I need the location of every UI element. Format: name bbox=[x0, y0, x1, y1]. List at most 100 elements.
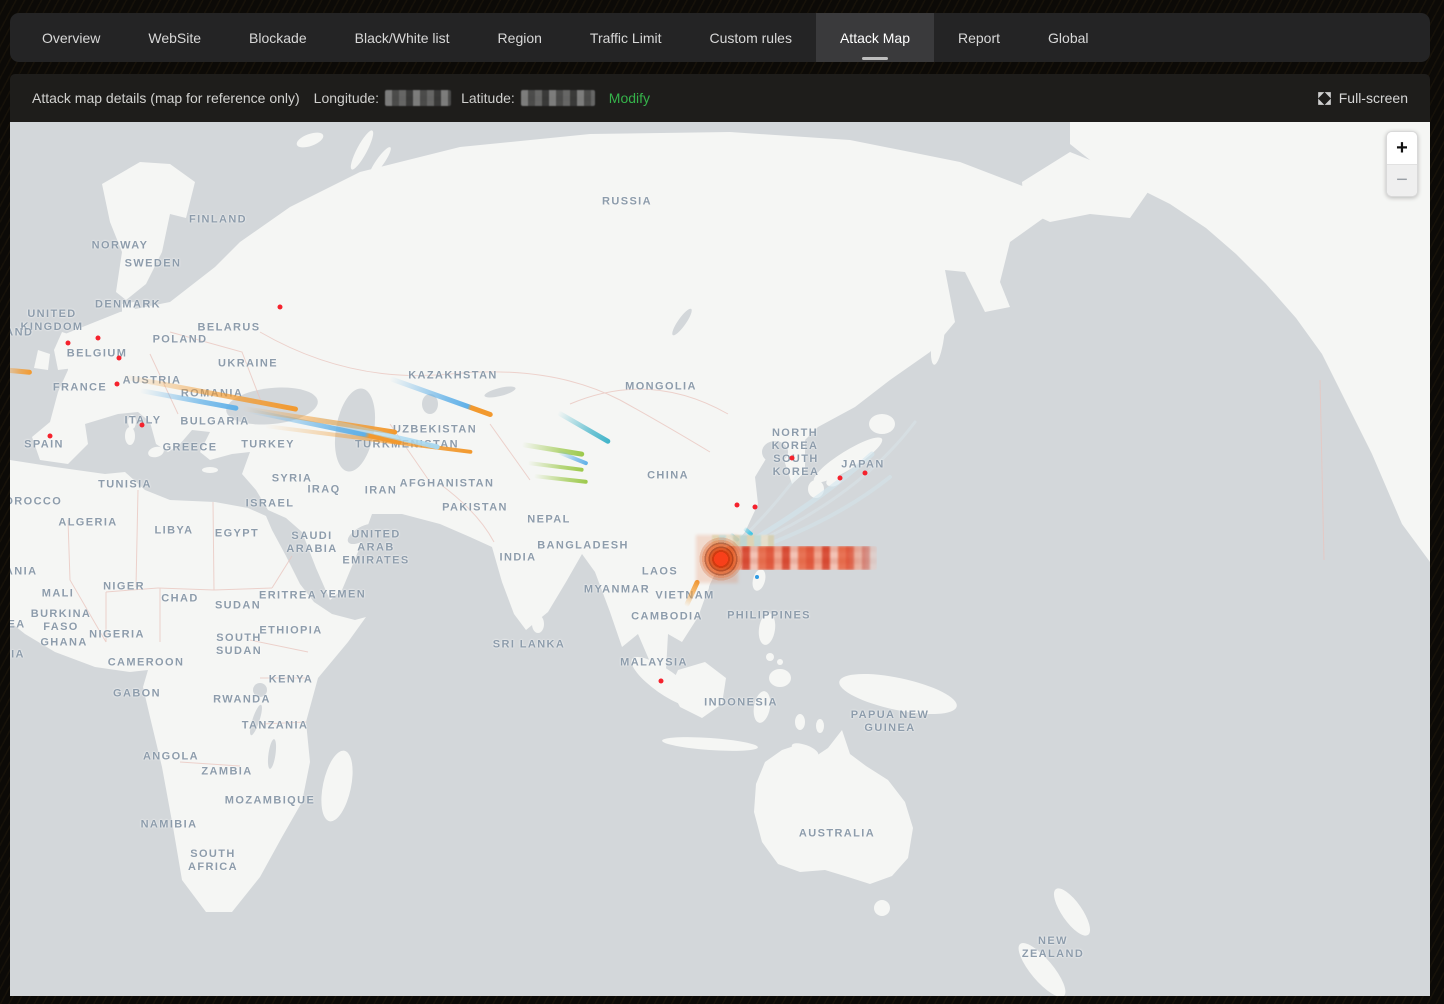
map-country-label: SUDAN bbox=[215, 600, 261, 613]
map-country-label: GREECE bbox=[163, 442, 218, 455]
map-country-label: SRI LANKA bbox=[493, 639, 566, 652]
attack-source-dot bbox=[790, 456, 795, 461]
attack-source-dot bbox=[115, 382, 120, 387]
map-country-label: TURKEY bbox=[241, 439, 295, 452]
map-country-label: EGYPT bbox=[215, 528, 259, 541]
latitude-value-redacted bbox=[521, 90, 595, 106]
attack-trace bbox=[10, 367, 32, 375]
attack-source-dot bbox=[66, 341, 71, 346]
attack-trace bbox=[557, 450, 588, 466]
map-country-label: NEPAL bbox=[527, 514, 570, 527]
map-country-label: INDIA bbox=[500, 552, 537, 565]
tab-black-white-list[interactable]: Black/White list bbox=[331, 13, 474, 62]
map-country-label: PHILIPPINES bbox=[727, 610, 811, 623]
attack-map-canvas[interactable]: RUSSIAFINLANDNORWAYSWEDENDENMARKUNITED K… bbox=[10, 122, 1430, 996]
map-country-label: IRAN bbox=[365, 485, 398, 498]
tab-blockade[interactable]: Blockade bbox=[225, 13, 331, 62]
map-country-label: MALI bbox=[42, 588, 74, 601]
map-country-label: YEMEN bbox=[320, 589, 366, 602]
attack-source-dot bbox=[755, 575, 759, 579]
map-country-label: JAPAN bbox=[841, 459, 884, 472]
map-country-label: GHANA bbox=[40, 637, 87, 650]
map-country-label: GUINEA bbox=[10, 619, 26, 632]
map-country-label: MOROCCO bbox=[10, 496, 62, 509]
redacted-target-label bbox=[726, 546, 877, 570]
attack-source-dot bbox=[96, 336, 101, 341]
tab-traffic-limit[interactable]: Traffic Limit bbox=[566, 13, 686, 62]
attack-source-dot bbox=[753, 505, 758, 510]
map-country-label: NIGERIA bbox=[89, 629, 145, 642]
map-country-label: BELARUS bbox=[198, 322, 261, 335]
attack-trace bbox=[243, 406, 398, 435]
map-country-label: SOUTH SUDAN bbox=[216, 632, 262, 658]
map-country-label: TUNISIA bbox=[98, 479, 152, 492]
map-country-label: PAKISTAN bbox=[442, 502, 508, 515]
map-country-label: BANGLADESH bbox=[537, 540, 629, 553]
map-country-label: SPAIN bbox=[24, 439, 64, 452]
tab-custom-rules[interactable]: Custom rules bbox=[686, 13, 816, 62]
map-country-label: TANZANIA bbox=[242, 720, 309, 733]
fullscreen-label: Full-screen bbox=[1339, 90, 1408, 106]
tab-attack-map[interactable]: Attack Map bbox=[816, 13, 934, 62]
map-country-label: IRAQ bbox=[307, 484, 340, 497]
map-country-label: FINLAND bbox=[189, 214, 247, 227]
map-country-label: VIETNAM bbox=[655, 590, 714, 603]
map-country-label: AFGHANISTAN bbox=[400, 478, 495, 491]
map-country-label: RUSSIA bbox=[602, 196, 652, 209]
attack-source-dot bbox=[117, 356, 122, 361]
map-country-label: IRELAND bbox=[10, 327, 33, 340]
attack-trace bbox=[522, 442, 585, 457]
map-country-label: POLAND bbox=[153, 334, 208, 347]
attack-trace bbox=[684, 579, 701, 607]
attack-trace bbox=[309, 415, 440, 450]
tab-global[interactable]: Global bbox=[1024, 13, 1112, 62]
tab-website[interactable]: WebSite bbox=[124, 13, 225, 62]
tab-report[interactable]: Report bbox=[934, 13, 1024, 62]
fullscreen-expand-icon bbox=[1317, 91, 1332, 106]
map-country-label: TURKMENISTAN bbox=[355, 439, 459, 452]
map-country-label: KENYA bbox=[269, 674, 314, 687]
map-country-label: KAZAKHSTAN bbox=[408, 370, 498, 383]
map-country-label: SWEDEN bbox=[125, 258, 182, 271]
map-country-label: MOZAMBIQUE bbox=[225, 795, 315, 808]
map-country-label: LAOS bbox=[642, 566, 678, 579]
map-country-label: LIBERIA bbox=[10, 649, 25, 662]
map-country-label: UZBEKISTAN bbox=[393, 424, 477, 437]
map-country-label: RWANDA bbox=[213, 694, 271, 707]
map-country-label: SYRIA bbox=[272, 473, 313, 486]
attack-trace bbox=[389, 376, 494, 418]
map-country-label: FRANCE bbox=[53, 382, 107, 395]
map-country-label: ISRAEL bbox=[246, 498, 295, 511]
attack-target-marker bbox=[699, 537, 743, 581]
attack-source-dot bbox=[140, 423, 145, 428]
map-country-label: SAUDI ARABIA bbox=[286, 530, 337, 556]
map-country-label: ERITREA bbox=[259, 590, 317, 603]
attack-map-page: OverviewWebSiteBlockadeBlack/White listR… bbox=[0, 0, 1444, 1004]
map-country-label: ZAMBIA bbox=[201, 766, 252, 779]
latitude-label: Latitude: bbox=[461, 90, 515, 106]
fullscreen-button[interactable]: Full-screen bbox=[1317, 90, 1408, 106]
map-country-label: ETHIOPIA bbox=[259, 625, 322, 638]
zoom-out-button[interactable]: − bbox=[1387, 164, 1417, 196]
longitude-value-redacted bbox=[385, 90, 451, 106]
map-country-label: UNITED KINGDOM bbox=[21, 308, 84, 334]
modify-link[interactable]: Modify bbox=[609, 90, 650, 106]
map-country-label: INDONESIA bbox=[704, 697, 778, 710]
tab-region[interactable]: Region bbox=[474, 13, 566, 62]
map-toolbar: Attack map details (map for reference on… bbox=[10, 74, 1430, 122]
attack-source-dot bbox=[278, 305, 283, 310]
map-country-label: CAMBODIA bbox=[631, 611, 703, 624]
map-country-label: NORTH KOREA bbox=[772, 427, 819, 453]
tab-overview[interactable]: Overview bbox=[18, 13, 124, 62]
zoom-in-button[interactable]: + bbox=[1387, 132, 1417, 164]
map-country-label: MYANMAR bbox=[584, 584, 650, 597]
map-country-label: AUSTRIA bbox=[123, 375, 182, 388]
map-country-label: UNITED ARAB EMIRATES bbox=[342, 529, 409, 568]
map-country-label: AUSTRALIA bbox=[799, 828, 875, 841]
map-country-label: NORWAY bbox=[92, 240, 149, 253]
top-navbar: OverviewWebSiteBlockadeBlack/White listR… bbox=[10, 13, 1430, 62]
map-country-label: NAMIBIA bbox=[141, 819, 198, 832]
attack-source-dot bbox=[659, 679, 664, 684]
attack-source-dot bbox=[838, 476, 843, 481]
map-country-label: BURKINA FASO bbox=[31, 608, 92, 634]
